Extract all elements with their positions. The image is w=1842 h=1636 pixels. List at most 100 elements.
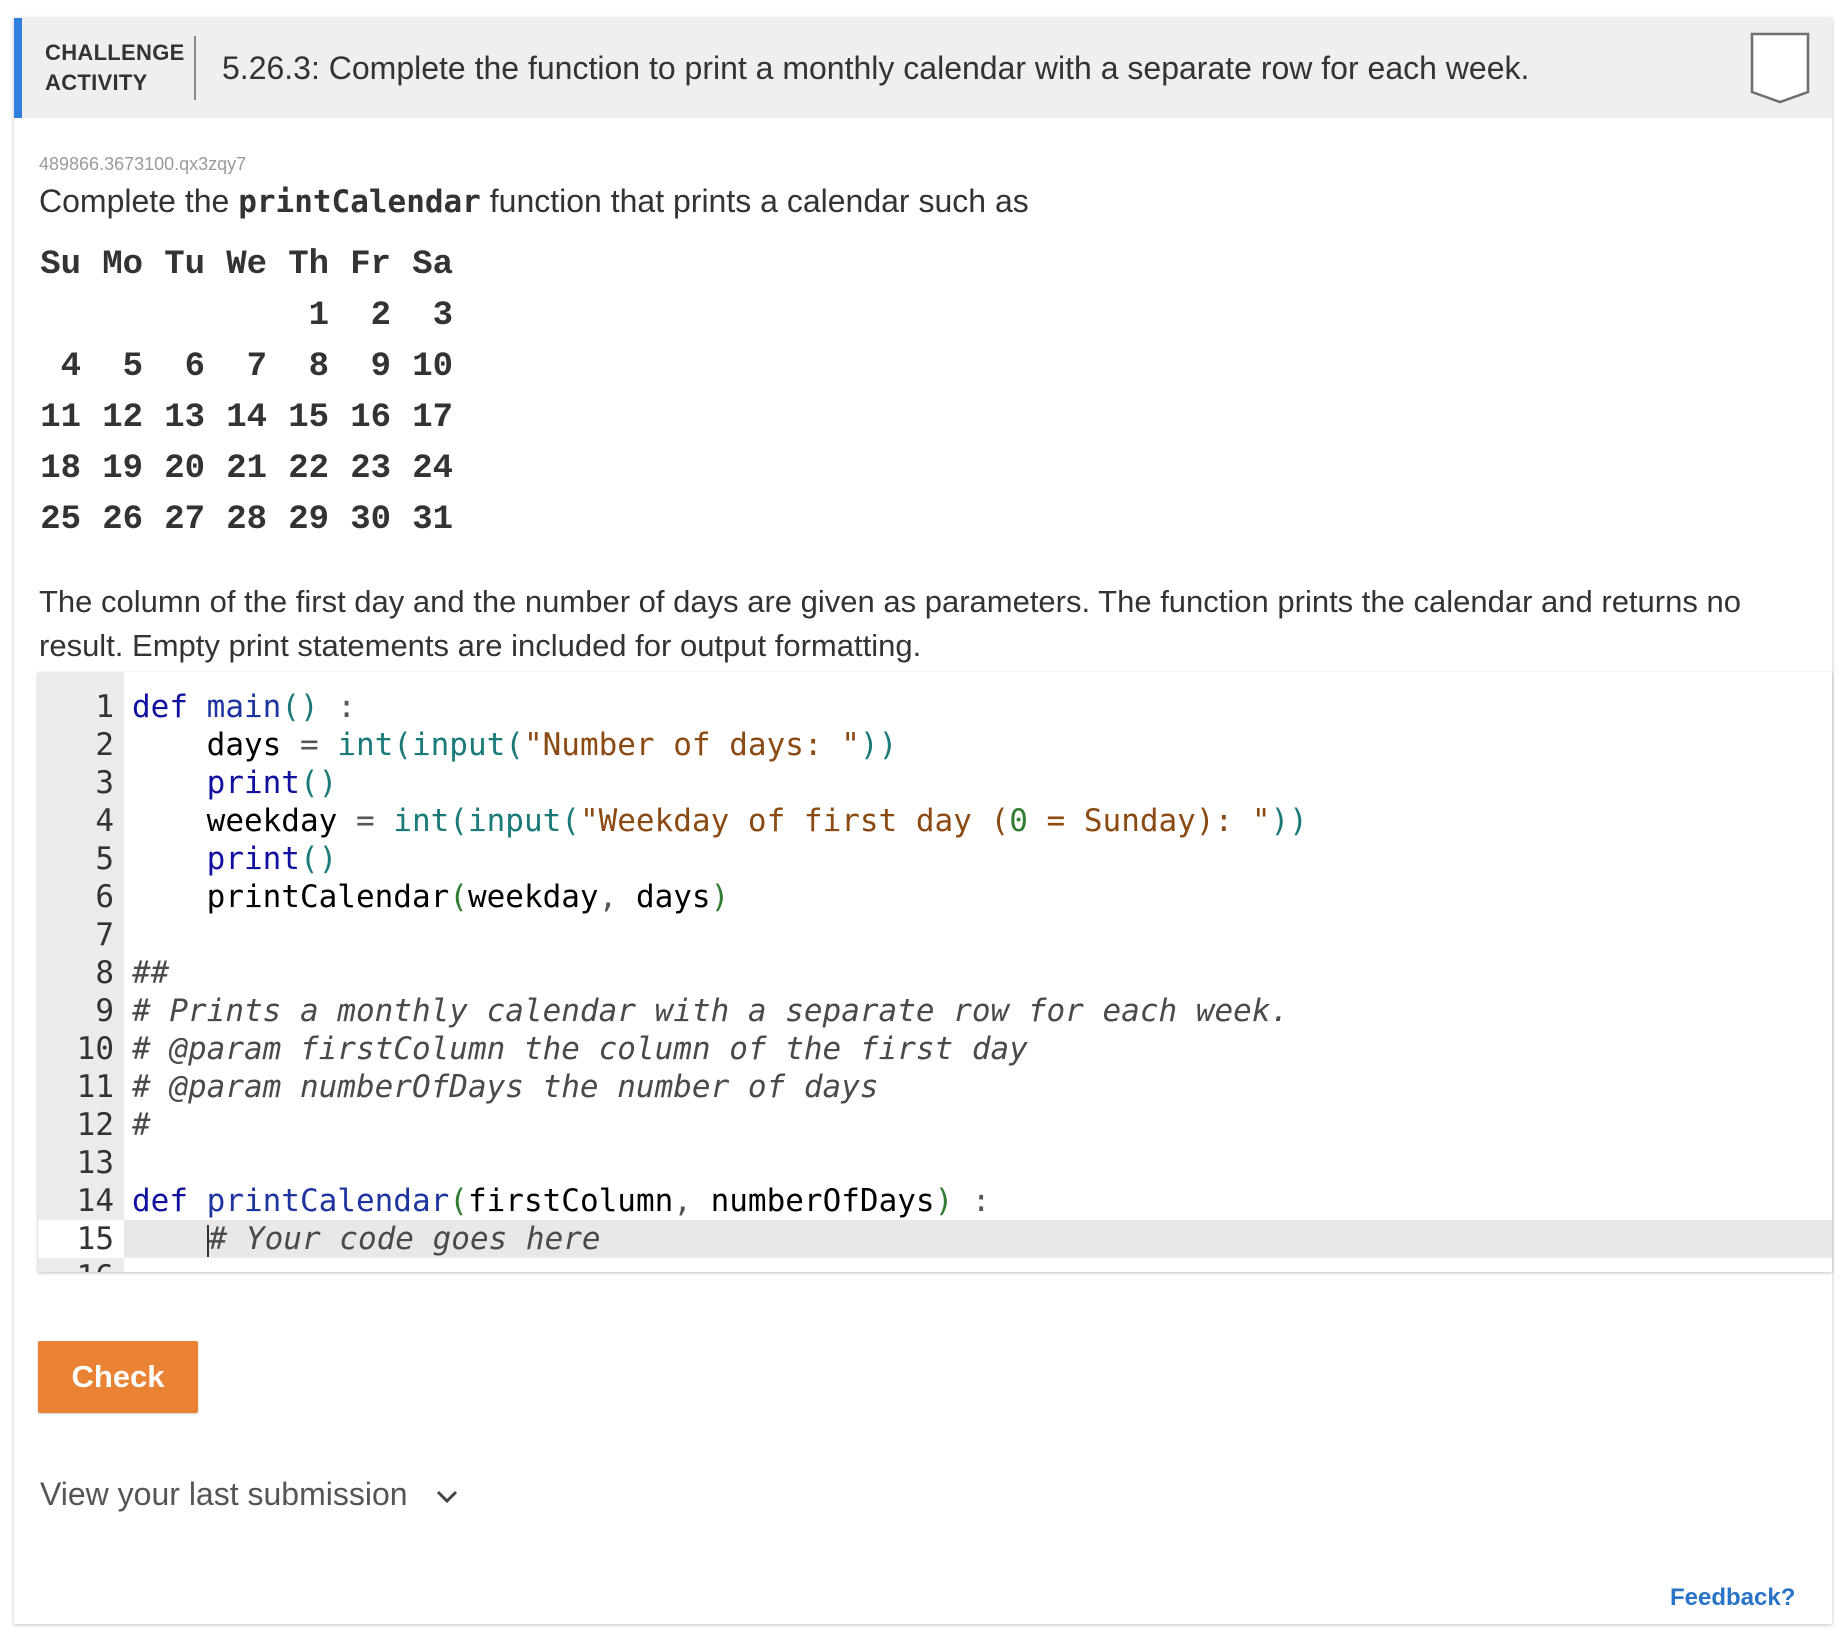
code-line[interactable]: 9 # Prints a monthly calendar with a sepa… [38,992,1832,1030]
calendar-day-cell: 7 [246,348,267,386]
line-number: 5 [95,841,114,877]
view-last-submission-label: View your last submission [40,1476,408,1512]
calendar-day-cell: 15 [288,399,329,437]
code-token: # @param firstColumn the column of the f… [132,1031,1028,1067]
code-token: printCalendar [206,1183,450,1219]
code-line-text[interactable]: # Your code goes here [124,1220,1832,1258]
code-token: firstColumn [467,1183,674,1219]
code-token: printCalendar [132,879,450,915]
code-token: weekday [467,879,599,915]
calendar-day-cell: 25 [40,501,81,539]
code-line-text[interactable]: # Prints a monthly calendar with a separ… [124,992,1832,1030]
code-token: # Prints a monthly calendar with a separ… [132,993,1290,1029]
code-line[interactable]: 11 # @param numberOfDays the number of da… [38,1068,1832,1106]
code-token: numberOfDays [710,1183,935,1219]
code-token: : [953,1183,991,1219]
code-line-text[interactable]: weekday = int(input("Weekday of first da… [124,802,1832,840]
code-line-text[interactable]: # @param firstColumn the column of the f… [124,1030,1832,1068]
calendar-day-cell: 5 [122,348,143,386]
code-line-text[interactable]: print() [124,840,1832,878]
code-line-text[interactable]: def printCalendar(firstColumn, numberOfD… [124,1182,1832,1220]
line-number: 4 [95,803,114,839]
calendar-header-row: Su Mo Tu We Th Fr Sa [39,240,453,291]
code-line[interactable]: 15 # Your code goes here [38,1220,1832,1258]
code-token: def [132,1183,207,1219]
calendar-day-cell: 22 [288,450,329,488]
calendar-day-name: Su [40,246,81,284]
line-number: 15 [38,1220,124,1258]
calendar-day-cell: 4 [60,348,81,386]
feedback-link[interactable]: Feedback? [1670,1584,1795,1612]
code-line[interactable]: 2 days = int(input("Number of days: ")) [38,726,1832,764]
code-token: ## [132,955,170,991]
view-last-submission-toggle[interactable]: View your last submission [40,1474,458,1514]
calendar-day-name: Th [288,246,329,284]
code-line[interactable]: 4 weekday = int(input("Weekday of first … [38,802,1832,840]
code-line-text[interactable]: ## [124,954,1832,992]
code-line[interactable]: 1 def main() : [38,688,1832,726]
calendar-day-cell: 29 [288,501,329,539]
code-line-text[interactable]: # [124,1106,1832,1144]
line-number: 14 [76,1183,114,1219]
calendar-week-row: 25 26 27 28 29 30 31 [39,495,453,546]
code-line[interactable]: 16 [38,1258,1832,1272]
code-token: ) [710,879,730,915]
code-token: print [206,765,300,801]
code-line[interactable]: 14 def printCalendar(firstColumn, numberO… [38,1182,1832,1220]
code-line[interactable]: 6 printCalendar(weekday, days) [38,878,1832,916]
code-line-text[interactable]: days = int(input("Number of days: ")) [124,726,1832,764]
chevron-down-icon [437,1490,458,1503]
activity-header: CHALLENGE ACTIVITY 5.26.3: Complete the … [14,18,1832,118]
calendar-day-cell: 3 [432,297,453,335]
header-divider [194,36,196,100]
code-editor[interactable]: 1 def main() :2 days = int(input("Number … [38,672,1832,1272]
code-token: 0 [1009,803,1028,839]
code-line-text[interactable]: def main() : [124,688,1832,726]
calendar-day-cell: 13 [164,399,205,437]
code-token: () [281,689,319,725]
calendar-day-name: Sa [412,246,453,284]
code-line-text[interactable]: # @param numberOfDays the number of days [124,1068,1832,1106]
check-button[interactable]: Check [38,1341,198,1413]
activity-type-line2: ACTIVITY [45,70,148,95]
code-line[interactable]: 12 # [38,1106,1832,1144]
calendar-day-cell: 12 [102,399,143,437]
instructions-description: The column of the first day and the numb… [39,584,1741,663]
code-line[interactable]: 8 ## [38,954,1832,992]
code-token: () [299,765,338,801]
header-accent-bar [14,18,22,118]
intro-function-name: printCalendar [238,184,481,220]
calendar-day-cell: 20 [164,450,205,488]
instructions-intro: Complete the printCalendar function that… [39,180,1029,223]
calendar-day-name: Fr [350,246,391,284]
calendar-day-cell: 27 [164,501,205,539]
calendar-day-cell: 30 [350,501,391,539]
code-line[interactable]: 10 # @param firstColumn the column of the… [38,1030,1832,1068]
code-line[interactable]: 5 print() [38,840,1832,878]
editor-lines[interactable]: 1 def main() :2 days = int(input("Number … [38,688,1832,1272]
example-calendar: Su Mo Tu We Th Fr Sa 1 2 3 4 5 6 7 8 9 10 11 12 13 14 15 16 17 1… [39,240,453,546]
calendar-day-cell: 14 [226,399,267,437]
code-line[interactable]: 13 [38,1144,1832,1182]
calendar-day-name: Tu [164,246,205,284]
line-number: 16 [38,1258,124,1272]
code-token: def [132,689,207,725]
code-token: print [206,841,300,877]
calendar-day-cell: 26 [102,501,143,539]
code-line[interactable]: 7 [38,916,1832,954]
code-line-text[interactable]: print() [124,764,1832,802]
line-number: 11 [76,1069,114,1105]
completion-badge-icon [1750,32,1810,104]
calendar-day-cell: 28 [226,501,267,539]
calendar-week-row: 1 2 3 [39,291,453,342]
code-token: days [635,879,711,915]
code-line-text[interactable]: printCalendar(weekday, days) [124,878,1832,916]
code-line[interactable]: 3 print() [38,764,1832,802]
calendar-week-row: 18 19 20 21 22 23 24 [39,444,453,495]
intro-text-before: Complete the [39,183,239,219]
code-token: # @param numberOfDays the number of days [132,1069,879,1105]
calendar-day-cell: 1 [308,297,329,335]
calendar-day-cell: 31 [412,501,453,539]
